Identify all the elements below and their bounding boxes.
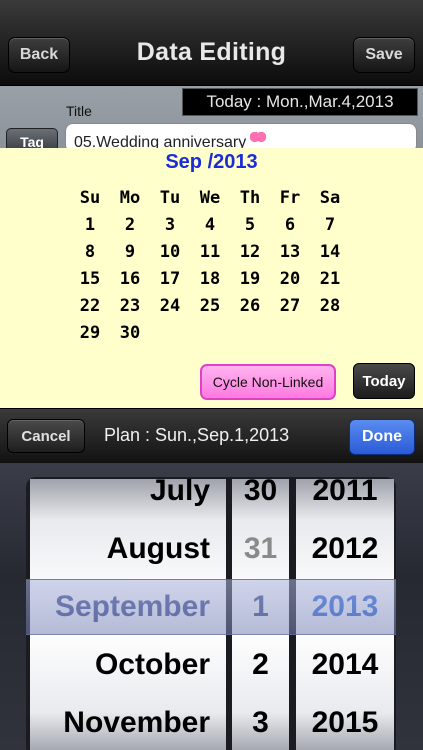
save-button[interactable]: Save: [353, 37, 415, 73]
calendar-day[interactable]: 8: [70, 238, 110, 265]
weekday-header: Su: [79, 187, 101, 208]
calendar-grid: Su Mo Tu We Th Fr Sa 1 2 3 4 5 6 7 8 9 10 11 12 13 14 15 16 17 1…: [70, 184, 350, 346]
calendar-empty-cell: [230, 319, 270, 346]
calendar-day[interactable]: 11: [190, 238, 230, 265]
calendar-day[interactable]: 7: [310, 211, 350, 238]
weekday-header: We: [199, 187, 221, 208]
date-picker: July August September October November 30 31 1…: [0, 463, 423, 750]
calendar-day[interactable]: 30: [110, 319, 150, 346]
month-option[interactable]: July: [30, 479, 226, 520]
weekday-header: Th: [239, 187, 261, 208]
navigation-bar: Back Data Editing Save: [0, 0, 423, 86]
day-option[interactable]: 3: [232, 694, 289, 750]
calendar-day[interactable]: 25: [190, 292, 230, 319]
calendar-empty-cell: [270, 319, 310, 346]
year-wheel[interactable]: 2011 2012 2013 2014 2015: [296, 479, 394, 750]
calendar-day[interactable]: 24: [150, 292, 190, 319]
weekday-header: Tu: [159, 187, 181, 208]
calendar-day[interactable]: 2: [110, 211, 150, 238]
day-option[interactable]: 31: [232, 520, 289, 578]
calendar-day[interactable]: 26: [230, 292, 270, 319]
title-label: Title: [66, 103, 92, 119]
month-option[interactable]: August: [30, 520, 226, 578]
calendar-day[interactable]: 13: [270, 238, 310, 265]
calendar-empty-cell: [310, 319, 350, 346]
year-option[interactable]: 2014: [296, 636, 394, 694]
day-option[interactable]: 2: [232, 636, 289, 694]
calendar-day[interactable]: 5: [230, 211, 270, 238]
calendar-day[interactable]: 9: [110, 238, 150, 265]
calendar-day[interactable]: 17: [150, 265, 190, 292]
month-option[interactable]: November: [30, 694, 226, 750]
year-option[interactable]: 2013: [296, 578, 394, 636]
calendar-day[interactable]: 28: [310, 292, 350, 319]
cancel-button[interactable]: Cancel: [7, 419, 85, 453]
year-option[interactable]: 2012: [296, 520, 394, 578]
day-option[interactable]: 30: [232, 479, 289, 520]
month-calendar: Sep /2013 Su Mo Tu We Th Fr Sa 1 2 3 4 5 6 7 8 9 10 11 12 1…: [0, 148, 423, 408]
calendar-empty-cell: [150, 319, 190, 346]
calendar-day[interactable]: 20: [270, 265, 310, 292]
calendar-day[interactable]: 16: [110, 265, 150, 292]
cycle-non-linked-button[interactable]: Cycle Non-Linked: [200, 364, 336, 400]
calendar-day[interactable]: 29: [70, 319, 110, 346]
picker-toolbar: Cancel Plan : Sun.,Sep.1,2013 Done: [0, 408, 423, 463]
calendar-month-label: Sep /2013: [165, 151, 258, 173]
calendar-day[interactable]: 15: [70, 265, 110, 292]
month-wheel[interactable]: July August September October November: [30, 479, 226, 750]
calendar-day[interactable]: 1: [70, 211, 110, 238]
plan-date-text: Plan : Sun.,Sep.1,2013: [104, 425, 290, 445]
calendar-empty-cell: [190, 319, 230, 346]
calendar-day[interactable]: 14: [310, 238, 350, 265]
done-button[interactable]: Done: [349, 419, 415, 455]
weekday-header: Mo: [119, 187, 141, 208]
heart-icon: [250, 132, 267, 146]
month-option[interactable]: September: [30, 578, 226, 636]
month-option[interactable]: October: [30, 636, 226, 694]
weekday-header: Fr: [279, 187, 301, 208]
year-option[interactable]: 2015: [296, 694, 394, 750]
year-option[interactable]: 2011: [296, 479, 394, 520]
today-display: Today : Mon.,Mar.4,2013: [182, 88, 418, 116]
calendar-day[interactable]: 12: [230, 238, 270, 265]
today-button[interactable]: Today: [353, 363, 415, 399]
calendar-day[interactable]: 23: [110, 292, 150, 319]
calendar-day[interactable]: 22: [70, 292, 110, 319]
day-option[interactable]: 1: [232, 578, 289, 636]
calendar-day[interactable]: 10: [150, 238, 190, 265]
day-wheel[interactable]: 30 31 1 2 3: [232, 479, 289, 750]
calendar-day[interactable]: 18: [190, 265, 230, 292]
calendar-day[interactable]: 4: [190, 211, 230, 238]
calendar-day[interactable]: 27: [270, 292, 310, 319]
calendar-day[interactable]: 19: [230, 265, 270, 292]
weekday-header: Sa: [319, 187, 341, 208]
calendar-day[interactable]: 6: [270, 211, 310, 238]
calendar-day[interactable]: 3: [150, 211, 190, 238]
calendar-day[interactable]: 21: [310, 265, 350, 292]
